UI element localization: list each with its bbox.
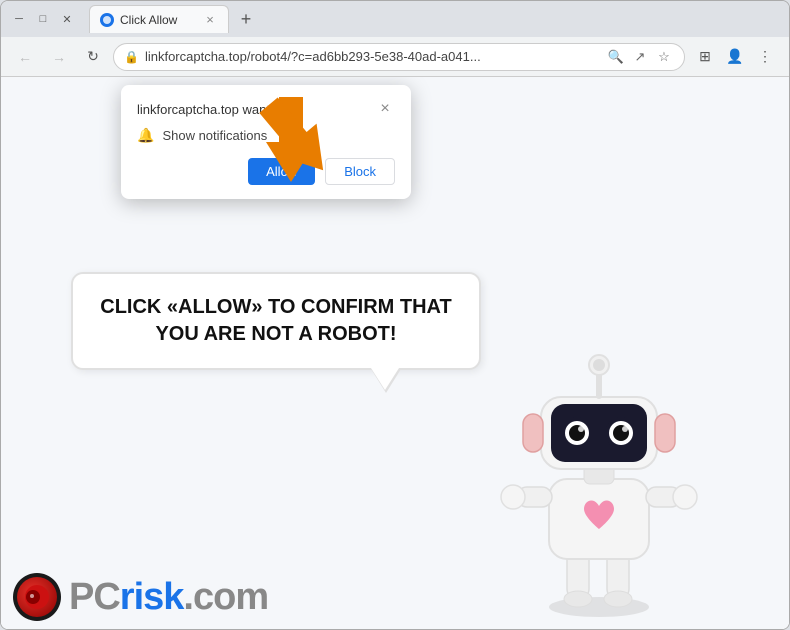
nav-extra: ⊞ 👤 ⋮ <box>691 43 779 71</box>
tab-title: Click Allow <box>120 13 177 27</box>
arrow-container <box>241 77 341 192</box>
pcrisk-text: PCrisk.com <box>69 576 268 619</box>
nav-bar: ← → ↻ 🔒 linkforcaptcha.top/robot4/?c=ad6… <box>1 37 789 77</box>
arrow-icon <box>241 77 341 187</box>
bookmark-icon[interactable]: ☆ <box>654 47 674 67</box>
minimize-button[interactable]: ─ <box>9 9 29 29</box>
back-button[interactable]: ← <box>11 43 39 71</box>
page-content: linkforcaptcha.top wants to × 🔔 Show not… <box>1 77 789 629</box>
sidebar-button[interactable]: ⊞ <box>691 43 719 71</box>
active-tab[interactable]: Click Allow × <box>89 5 229 33</box>
bubble-text: CLICK «ALLOW» TO CONFIRM THAT YOU ARE NO… <box>97 294 455 348</box>
lock-icon: 🔒 <box>124 50 139 64</box>
maximize-button[interactable]: □ <box>33 9 53 29</box>
profile-button[interactable]: 👤 <box>721 43 749 71</box>
menu-button[interactable]: ⋮ <box>751 43 779 71</box>
chrome-window: ─ □ ✕ Click Allow × + ← → ↻ 🔒 linkforcap… <box>0 0 790 630</box>
speech-bubble: CLICK «ALLOW» TO CONFIRM THAT YOU ARE NO… <box>71 272 481 370</box>
tab-close-button[interactable]: × <box>202 12 218 28</box>
tab-bar: Click Allow × + <box>89 5 781 33</box>
title-bar: ─ □ ✕ Click Allow × + <box>1 1 789 37</box>
address-bar[interactable]: 🔒 linkforcaptcha.top/robot4/?c=ad6bb293-… <box>113 43 685 71</box>
address-text: linkforcaptcha.top/robot4/?c=ad6bb293-5e… <box>145 49 600 64</box>
pcrisk-icon <box>13 573 61 621</box>
search-icon[interactable]: 🔍 <box>606 47 626 67</box>
refresh-button[interactable]: ↻ <box>79 43 107 71</box>
popup-close-button[interactable]: × <box>375 99 395 119</box>
tab-favicon <box>100 13 114 27</box>
robot-image <box>489 339 709 619</box>
pcrisk-logo: PCrisk.com <box>13 573 268 621</box>
forward-button[interactable]: → <box>45 43 73 71</box>
address-actions: 🔍 ↗ ☆ <box>606 47 674 67</box>
new-tab-button[interactable]: + <box>233 6 259 32</box>
pcrisk-icon-inner <box>17 577 57 617</box>
pcrisk-blue-text: risk <box>120 576 184 618</box>
window-controls: ─ □ ✕ <box>9 9 77 29</box>
bell-icon: 🔔 <box>137 127 154 144</box>
close-button[interactable]: ✕ <box>57 9 77 29</box>
share-icon[interactable]: ↗ <box>630 47 650 67</box>
